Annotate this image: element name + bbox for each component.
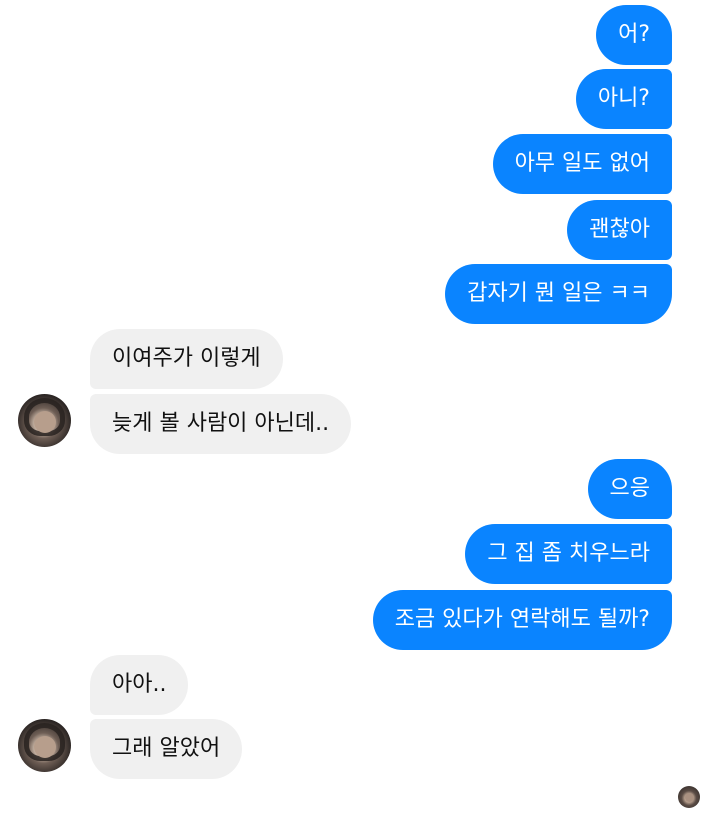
- seen-indicator-avatar: [678, 786, 700, 808]
- outgoing-message[interactable]: 갑자기 뭔 일은 ㅋㅋ: [445, 264, 672, 324]
- outgoing-message[interactable]: 아니?: [575, 69, 672, 129]
- outgoing-message[interactable]: 어?: [596, 5, 672, 65]
- contact-avatar[interactable]: [18, 719, 71, 772]
- outgoing-message[interactable]: 괜찮아: [567, 200, 672, 260]
- avatar-face-shape: [34, 411, 56, 433]
- contact-avatar[interactable]: [18, 394, 71, 447]
- outgoing-message[interactable]: 그 집 좀 치우느라: [465, 524, 672, 584]
- avatar-face-shape: [34, 736, 56, 758]
- incoming-message[interactable]: 아아..: [90, 655, 189, 715]
- outgoing-message[interactable]: 아무 일도 없어: [492, 134, 672, 194]
- outgoing-message[interactable]: 조금 있다가 연락해도 될까?: [372, 590, 672, 650]
- outgoing-message[interactable]: 으응: [587, 459, 672, 519]
- incoming-message[interactable]: 늦게 볼 사람이 아닌데..: [90, 394, 352, 454]
- incoming-message[interactable]: 이여주가 이렇게: [90, 329, 283, 389]
- incoming-message[interactable]: 그래 알았어: [90, 719, 243, 779]
- seen-avatar-face-shape: [685, 793, 694, 802]
